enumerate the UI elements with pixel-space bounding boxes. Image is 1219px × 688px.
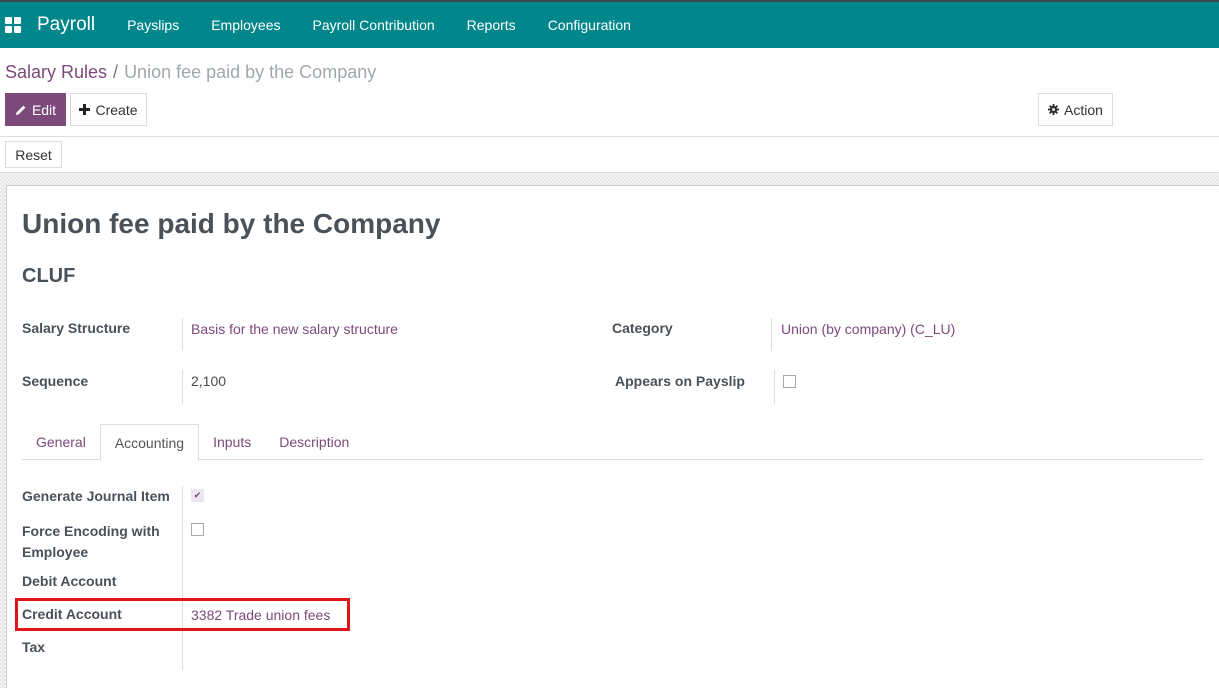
sequence-label: Sequence	[22, 373, 89, 389]
check-icon: ✔	[193, 490, 202, 500]
sequence-value: 2,100	[191, 373, 227, 389]
field-separator	[182, 318, 183, 351]
credit-account-label: Credit Account	[22, 606, 122, 622]
breadcrumb-current: Union fee paid by the Company	[124, 62, 377, 82]
action-button[interactable]: Action	[1038, 93, 1113, 126]
generate-journal-item-label: Generate Journal Item	[22, 488, 170, 504]
debit-account-label: Debit Account	[22, 573, 117, 589]
create-button[interactable]: Create	[70, 93, 147, 126]
breadcrumb: Salary Rules / Union fee paid by the Com…	[5, 62, 376, 83]
tax-label: Tax	[22, 639, 46, 655]
edit-button[interactable]: Edit	[5, 93, 66, 126]
nav-payslips[interactable]: Payslips	[111, 17, 195, 33]
gear-icon	[1048, 104, 1060, 115]
tab-accounting[interactable]: Accounting	[99, 424, 200, 461]
plus-icon	[79, 104, 91, 115]
field-separator	[771, 318, 772, 351]
category-value[interactable]: Union (by company) (C_LU)	[781, 321, 955, 337]
nav-payroll-contribution[interactable]: Payroll Contribution	[296, 17, 450, 33]
nav-configuration[interactable]: Configuration	[532, 17, 647, 33]
action-button-label: Action	[1064, 101, 1103, 118]
top-navbar: Payroll Payslips Employees Payroll Contr…	[0, 0, 1219, 48]
tab-description[interactable]: Description	[265, 424, 363, 460]
record-title: Union fee paid by the Company	[22, 208, 441, 239]
record-code: CLUF	[22, 265, 76, 287]
apps-menu-icon[interactable]	[5, 17, 21, 33]
credit-account-value[interactable]: 3382 Trade union fees	[191, 607, 330, 623]
breadcrumb-separator: /	[113, 62, 119, 82]
appears-on-payslip-label: Appears on Payslip	[615, 373, 745, 389]
app-name[interactable]: Payroll	[37, 14, 95, 36]
field-separator	[182, 486, 183, 670]
field-separator	[182, 370, 183, 404]
force-encoding-checkbox[interactable]	[191, 523, 204, 536]
create-button-label: Create	[95, 101, 138, 118]
breadcrumb-salary-rules[interactable]: Salary Rules	[5, 62, 107, 83]
salary-structure-value[interactable]: Basis for the new salary structure	[191, 321, 398, 337]
force-encoding-label-line2: Employee	[22, 544, 89, 560]
nav-employees[interactable]: Employees	[195, 17, 296, 33]
salary-structure-label: Salary Structure	[22, 320, 131, 336]
field-separator	[774, 370, 775, 404]
nav-reports[interactable]: Reports	[451, 17, 532, 33]
edit-button-label: Edit	[31, 101, 57, 118]
tab-general[interactable]: General	[22, 424, 100, 460]
appears-on-payslip-checkbox[interactable]	[783, 375, 796, 388]
force-encoding-label: Force Encoding with Employee	[22, 521, 160, 563]
pencil-icon	[15, 105, 26, 115]
reset-button[interactable]: Reset	[5, 141, 62, 168]
category-label: Category	[612, 320, 673, 336]
divider	[0, 136, 1219, 137]
force-encoding-label-line1: Force Encoding with	[22, 523, 160, 539]
tab-inputs[interactable]: Inputs	[199, 424, 265, 460]
notebook-tabs: General Accounting Inputs Description	[22, 424, 1204, 461]
generate-journal-item-checkbox[interactable]: ✔	[191, 489, 204, 502]
